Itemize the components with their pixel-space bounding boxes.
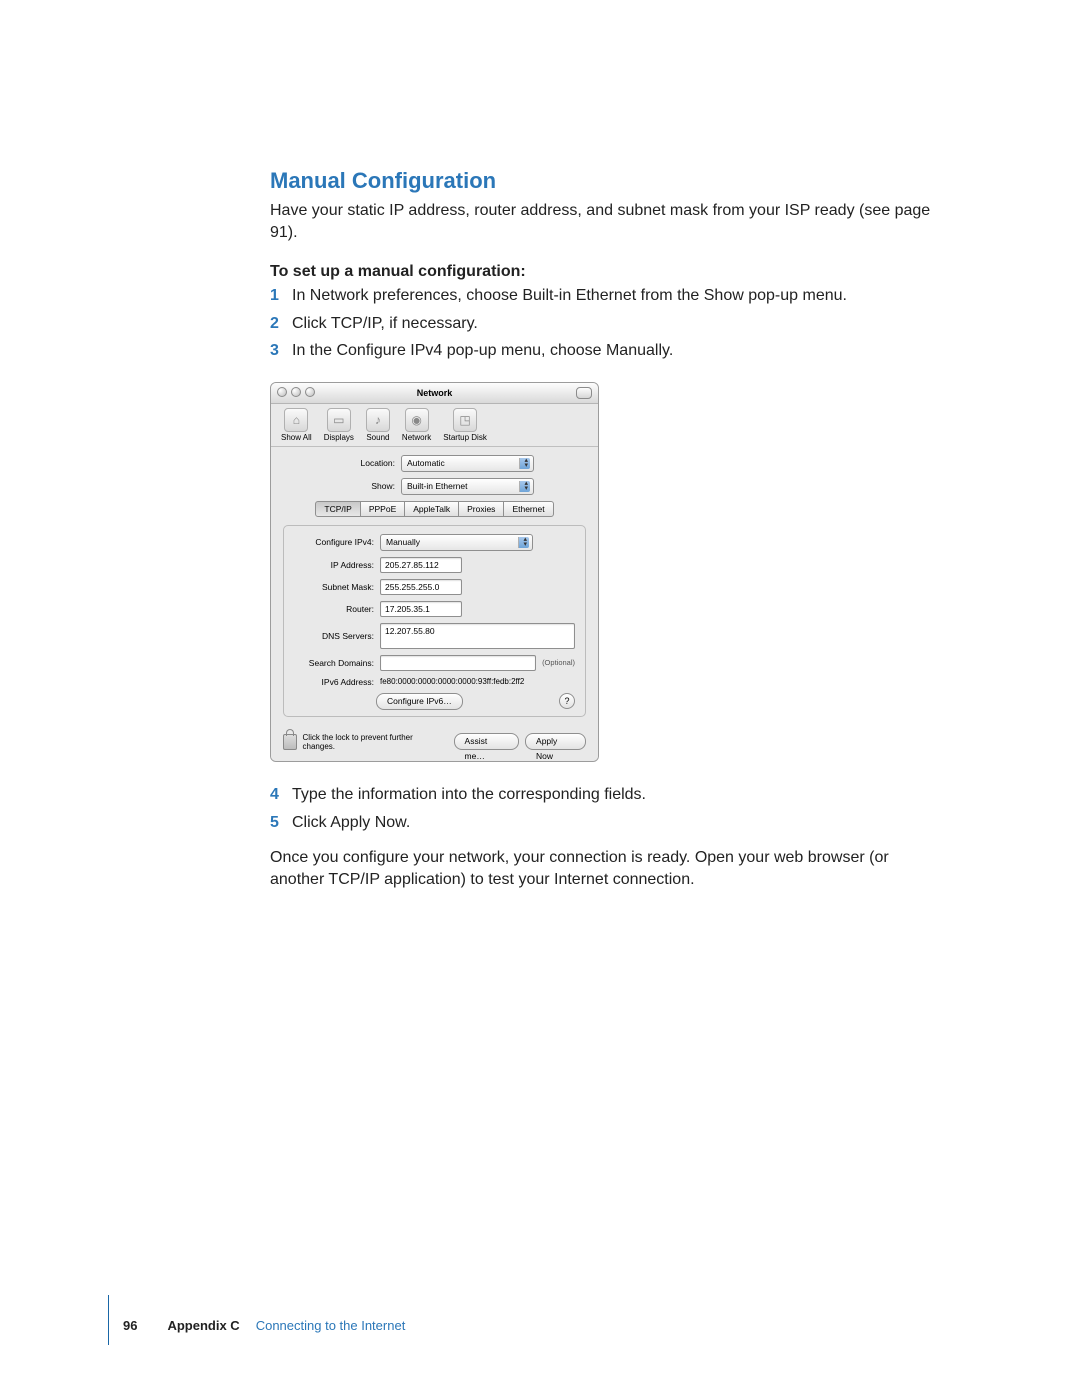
after-paragraph: Once you configure your network, your co… [270,847,940,890]
location-value: Automatic [407,458,445,468]
procedure-steps-before: In Network preferences, choose Built-in … [270,285,940,362]
startup-disk-icon: ◳ [453,408,477,432]
window-title: Network [271,383,598,403]
toolbar-show-all[interactable]: ⌂ Show All [281,408,312,442]
show-all-icon: ⌂ [284,408,308,432]
step-1: In Network preferences, choose Built-in … [270,285,940,307]
appendix-title: Connecting to the Internet [256,1318,406,1333]
window-titlebar: Network [271,383,598,404]
protocol-tabs: TCP/IP PPPoE AppleTalk Proxies Ethernet [283,501,586,517]
tab-pppoe[interactable]: PPPoE [360,501,405,517]
toolbar-toggle-button[interactable] [576,387,592,399]
configure-ipv4-popup[interactable]: Manually ▴▾ [380,534,533,551]
intro-paragraph: Have your static IP address, router addr… [270,200,940,243]
router-field[interactable]: 17.205.35.1 [380,601,462,617]
optional-label: (Optional) [542,658,575,667]
toolbar-startup-disk[interactable]: ◳ Startup Disk [443,408,487,442]
lock-icon[interactable] [283,734,297,750]
embedded-screenshot: Network ⌂ Show All ▭ Displays ♪ Sound ◉ [270,382,940,762]
prefs-toolbar: ⌂ Show All ▭ Displays ♪ Sound ◉ Network … [271,404,598,447]
subnet-mask-label: Subnet Mask: [294,582,380,592]
procedure-subheading: To set up a manual configuration: [270,263,940,281]
procedure-steps-after: Type the information into the correspond… [270,784,940,833]
toolbar-label: Show All [281,433,312,442]
show-value: Built-in Ethernet [407,481,467,491]
toolbar-sound[interactable]: ♪ Sound [366,408,390,442]
ipv6-address-value: fe80:0000:0000:0000:0000:93ff:fedb:2ff2 [380,677,524,687]
location-label: Location: [335,458,401,468]
tab-ethernet[interactable]: Ethernet [503,501,553,517]
toolbar-displays[interactable]: ▭ Displays [324,408,354,442]
search-domains-label: Search Domains: [294,658,380,668]
step-5: Click Apply Now. [270,812,940,834]
router-label: Router: [294,604,380,614]
toolbar-network[interactable]: ◉ Network [402,408,431,442]
toolbar-label: Network [402,433,431,442]
location-popup[interactable]: Automatic ▴▾ [401,455,534,472]
toolbar-label: Displays [324,433,354,442]
zoom-icon[interactable] [305,387,315,397]
ipv6-address-label: IPv6 Address: [294,677,380,687]
lock-text: Click the lock to prevent further change… [303,733,442,751]
ip-address-label: IP Address: [294,560,380,570]
section-heading: Manual Configuration [270,168,940,194]
tab-proxies[interactable]: Proxies [458,501,504,517]
page-number: 96 [123,1318,137,1333]
search-domains-field[interactable] [380,655,536,671]
appendix-label: Appendix C [167,1318,239,1333]
window-content: Location: Automatic ▴▾ Show: Built-in Et… [271,447,598,761]
tab-tcpip[interactable]: TCP/IP [315,501,360,517]
configure-ipv4-value: Manually [386,537,420,547]
traffic-lights [277,387,315,397]
show-label: Show: [335,481,401,491]
assist-me-button[interactable]: Assist me… [454,733,519,750]
sound-icon: ♪ [366,408,390,432]
displays-icon: ▭ [327,408,351,432]
ip-address-field[interactable]: 205.27.85.112 [380,557,462,573]
network-preferences-window: Network ⌂ Show All ▭ Displays ♪ Sound ◉ [270,382,599,762]
step-2: Click TCP/IP, if necessary. [270,313,940,335]
configure-ipv6-button[interactable]: Configure IPv6… [376,693,463,710]
toolbar-label: Startup Disk [443,433,487,442]
help-button[interactable]: ? [559,693,575,709]
dns-servers-field[interactable]: 12.207.55.80 [380,623,575,649]
dns-servers-label: DNS Servers: [294,631,380,641]
toolbar-label: Sound [366,433,390,442]
tab-appletalk[interactable]: AppleTalk [404,501,459,517]
tcpip-pane: Configure IPv4: Manually ▴▾ IP Address: … [283,525,586,717]
minimize-icon[interactable] [291,387,301,397]
close-icon[interactable] [277,387,287,397]
apply-now-button[interactable]: Apply Now [525,733,586,750]
page-footer: 96 Appendix C Connecting to the Internet [123,1318,405,1333]
subnet-mask-field[interactable]: 255.255.255.0 [380,579,462,595]
window-footer: Click the lock to prevent further change… [283,725,586,751]
network-icon: ◉ [405,408,429,432]
step-4: Type the information into the correspond… [270,784,940,806]
margin-rule [108,1295,109,1345]
document-page: Manual Configuration Have your static IP… [0,0,1080,1397]
step-3: In the Configure IPv4 pop-up menu, choos… [270,340,940,362]
show-popup[interactable]: Built-in Ethernet ▴▾ [401,478,534,495]
configure-ipv4-label: Configure IPv4: [294,537,380,547]
